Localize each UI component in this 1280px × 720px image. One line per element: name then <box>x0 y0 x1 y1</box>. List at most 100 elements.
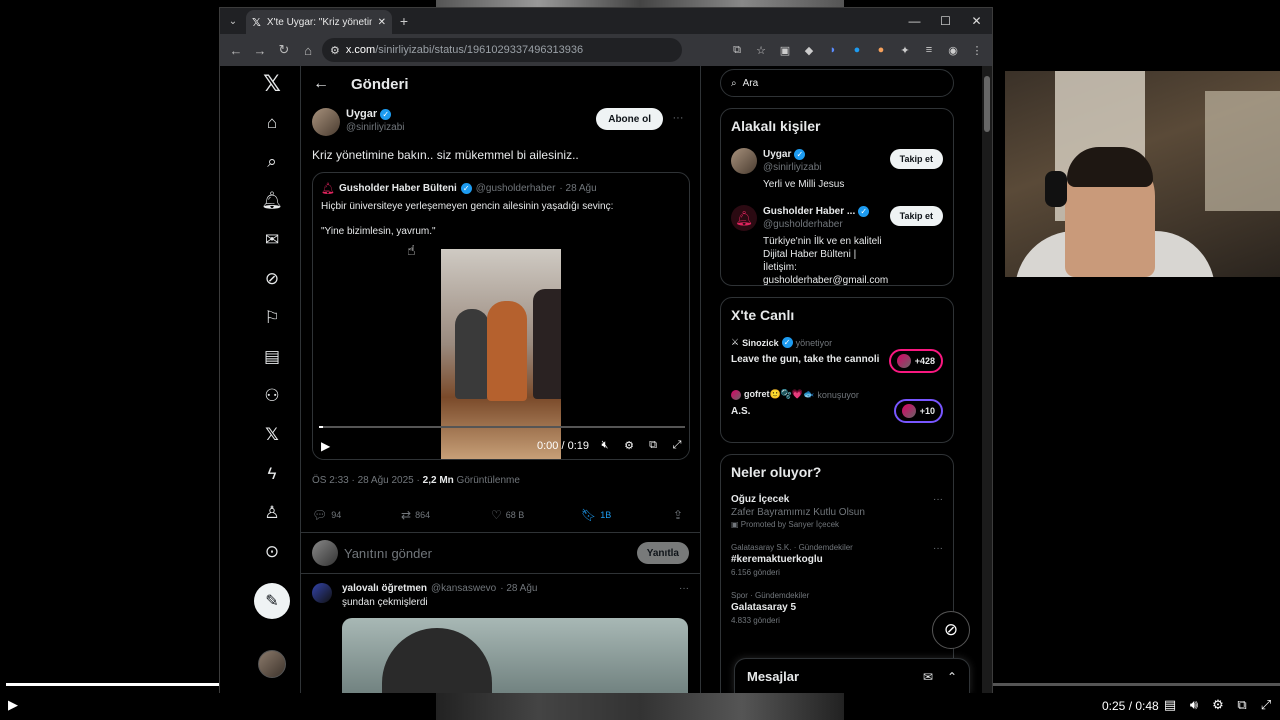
scrollbar-thumb[interactable] <box>984 76 990 132</box>
quoted-tweet[interactable]: 🔔︎ Gusholder Haber Bülteni ✓ @gusholderh… <box>312 172 690 460</box>
trend-item[interactable]: Oğuz İçecek Zafer Bayramımız Kutlu Olsun… <box>731 494 943 529</box>
fullscreen-icon[interactable]: ⤢ <box>669 439 685 452</box>
like-count: 68 B <box>505 510 525 520</box>
person-bell-avatar-icon[interactable]: 🔔︎ <box>731 205 757 231</box>
settings-gear-icon[interactable]: ⚙ <box>621 439 637 452</box>
live-listeners-pill[interactable]: +10 <box>893 399 943 423</box>
tab-close-icon[interactable]: ✕ <box>378 17 386 28</box>
notifications-bell-icon[interactable]: 🔔︎ <box>257 186 287 216</box>
trend-more-icon[interactable]: ··· <box>933 543 943 554</box>
tweet-timestamp[interactable]: ÖS 2:33 · 28 Ağu 2025 · <box>312 475 423 486</box>
trend-item[interactable]: Spor · Gündemdekiler Galatasaray 5 4.833… <box>731 591 943 625</box>
follow-button[interactable]: Takip et <box>889 206 943 226</box>
outer-play-icon[interactable]: ▶ <box>8 697 18 713</box>
mute-icon[interactable]: 🔇︎ <box>597 439 613 452</box>
profile-person-icon[interactable]: ♙ <box>257 498 287 528</box>
forward-icon[interactable]: → <box>250 40 270 60</box>
site-info-icon[interactable]: ⚙ <box>330 44 340 57</box>
expand-chevron-icon[interactable]: ⌃ <box>947 670 957 684</box>
more-circle-icon[interactable]: ⊙ <box>257 537 287 567</box>
search-box[interactable]: ⌕ Ara <box>720 69 954 97</box>
reload-icon[interactable]: ↻ <box>274 40 294 60</box>
extension-icon-4[interactable]: ● <box>848 41 866 59</box>
back-arrow-icon[interactable]: ← <box>313 75 329 93</box>
reply-tweet[interactable]: yalovalı öğretmen @kansaswevo · 28 Ağu ·… <box>312 583 689 693</box>
person-avatar[interactable] <box>731 148 757 174</box>
person-name[interactable]: Gusholder Haber ... <box>763 205 855 218</box>
messages-drawer[interactable]: Mesajlar ✉ ⌃ <box>734 658 970 693</box>
related-person[interactable]: Uygar ✓ @sinirliyizabi Yerli ve Milli Jes… <box>731 148 943 191</box>
media-control-icon[interactable]: ≡ <box>920 41 938 59</box>
premium-x-icon[interactable]: 𝕏 <box>257 420 287 450</box>
back-icon[interactable]: ← <box>226 40 246 60</box>
explore-search-icon[interactable]: ⌕ <box>257 147 287 177</box>
reply-button[interactable]: Yanıtla <box>636 542 689 564</box>
related-person[interactable]: 🔔︎ Gusholder Haber ... ✓ @gusholderhaber … <box>731 205 943 287</box>
reply-input[interactable]: Yanıtını gönder <box>344 546 432 561</box>
verified-badge-icon: ✓ <box>380 109 392 120</box>
verified-orgs-bolt-icon[interactable]: ϟ <box>257 459 287 489</box>
grok-icon[interactable]: ⊘ <box>257 264 287 294</box>
repost-action[interactable]: ⇄ 864 <box>401 508 491 522</box>
quote-author-name[interactable]: Gusholder Haber Bülteni <box>339 183 457 194</box>
captions-icon[interactable]: ▤ <box>1162 697 1178 713</box>
tab-search-icon[interactable]: ⌄ <box>220 16 246 27</box>
browser-menu-icon[interactable]: ⋮ <box>968 41 986 59</box>
profile-avatar-icon[interactable]: ◉ <box>944 41 962 59</box>
person-name[interactable]: Uygar <box>763 148 791 161</box>
communities-icon[interactable]: ⚇ <box>257 381 287 411</box>
extensions-puzzle-icon[interactable]: ✦ <box>896 41 914 59</box>
subscribe-button[interactable]: Abone ol <box>596 108 663 130</box>
compose-post-button[interactable]: ✎ <box>254 583 290 619</box>
live-space[interactable]: gofret🙂🫧💗🐟 konuşuyor A.S. +10 <box>731 377 943 423</box>
live-listeners-pill[interactable]: +428 <box>888 349 943 373</box>
fullscreen-icon[interactable]: ⤢ <box>1258 697 1274 713</box>
close-window-icon[interactable]: ✕ <box>961 14 992 28</box>
live-space[interactable]: ⚔ Sinozick ✓ yönetiyor Leave the gun, take … <box>731 337 943 373</box>
search-input[interactable]: Ara <box>743 78 759 89</box>
author-avatar[interactable] <box>312 108 340 136</box>
maximize-icon[interactable]: ☐ <box>930 14 961 28</box>
miniplayer-icon[interactable]: ⧉ <box>1234 697 1250 713</box>
cast-icon[interactable]: ⧉ <box>728 41 746 59</box>
video-play-icon[interactable]: ▶ <box>321 439 330 453</box>
share-action[interactable]: ⇪ <box>673 508 683 522</box>
like-action[interactable]: ♡ 68 B <box>491 508 581 522</box>
bookmarks-icon[interactable]: ⚐ <box>257 303 287 333</box>
page-scrollbar[interactable] <box>982 66 992 693</box>
volume-icon[interactable]: 🔊︎ <box>1186 697 1202 713</box>
x-logo-icon[interactable]: 𝕏 <box>257 69 287 99</box>
reply-author-avatar[interactable] <box>312 583 332 603</box>
author-handle[interactable]: @sinirliyizabi <box>346 121 405 134</box>
tweet-more-icon[interactable]: ··· <box>667 112 689 124</box>
trend-more-icon[interactable]: ··· <box>933 494 943 505</box>
extension-icon-2[interactable]: ◆ <box>800 41 818 59</box>
account-avatar[interactable] <box>258 650 286 678</box>
browser-tab[interactable]: 𝕏 X'te Uygar: "Kriz yönetimine ba ✕ <box>246 10 392 34</box>
trend-item[interactable]: Galatasaray S.K. · Gündemdekiler #kerema… <box>731 543 943 577</box>
reply-action[interactable]: 💬︎ 94 <box>312 508 401 522</box>
reply-media[interactable] <box>342 618 688 693</box>
extension-icon-1[interactable]: ▣ <box>776 41 794 59</box>
picture-in-picture-icon[interactable]: ⧉ <box>645 439 661 452</box>
grok-floating-button[interactable]: ⊘ <box>932 611 970 649</box>
reply-more-icon[interactable]: ··· <box>679 583 689 594</box>
reply-author-name[interactable]: yalovalı öğretmen <box>342 583 427 594</box>
video-player[interactable]: ▶ 0:00 / 0:19 🔇︎ ⚙ ⧉ ⤢ <box>313 249 689 459</box>
new-message-icon[interactable]: ✉ <box>923 670 933 684</box>
home-nav-icon[interactable]: ⌂ <box>257 108 287 138</box>
follow-button[interactable]: Takip et <box>889 149 943 169</box>
messages-envelope-icon[interactable]: ✉ <box>257 225 287 255</box>
author-name[interactable]: Uygar <box>346 108 377 121</box>
video-progress-bar[interactable] <box>319 426 685 428</box>
bookmark-action[interactable]: 🔖︎ 1B <box>581 508 673 522</box>
jobs-briefcase-icon[interactable]: ▤ <box>257 342 287 372</box>
home-icon[interactable]: ⌂ <box>298 40 318 60</box>
address-bar[interactable]: ⚙ x.com/sinirliyizabi/status/19610293374… <box>322 38 682 62</box>
extension-icon-5[interactable]: ● <box>872 41 890 59</box>
extension-icon-3[interactable]: ◗ <box>824 41 842 59</box>
minimize-icon[interactable]: — <box>899 14 930 28</box>
bookmark-star-icon[interactable]: ☆ <box>752 41 770 59</box>
new-tab-icon[interactable]: + <box>392 13 416 29</box>
settings-gear-icon[interactable]: ⚙ <box>1210 697 1226 713</box>
